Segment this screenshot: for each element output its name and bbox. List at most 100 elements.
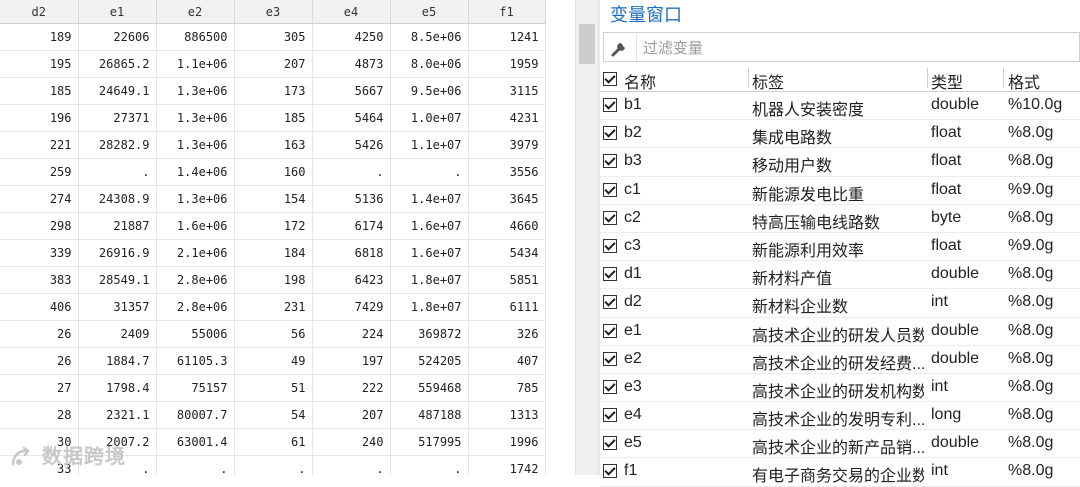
column-header-e1[interactable]: e1: [78, 0, 157, 24]
variable-checkbox[interactable]: [603, 182, 617, 197]
table-cell[interactable]: 5464: [312, 104, 391, 132]
table-cell[interactable]: 224: [312, 320, 391, 348]
table-cell[interactable]: 8.0e+06: [390, 50, 469, 78]
table-cell[interactable]: .: [312, 158, 391, 186]
variable-checkbox[interactable]: [603, 464, 617, 479]
table-row[interactable]: 28 2321.1 80007.7 54 207 487188 1313: [0, 401, 546, 429]
variable-checkbox[interactable]: [603, 408, 617, 423]
table-cell[interactable]: 1.6e+07: [390, 239, 469, 267]
table-cell[interactable]: 24308.9: [78, 185, 157, 213]
variable-row[interactable]: d1 新材料产值 double %8.0g: [600, 261, 1080, 290]
table-cell[interactable]: 75157: [156, 374, 235, 402]
table-cell[interactable]: 56: [234, 320, 313, 348]
column-separator[interactable]: [1003, 68, 1004, 88]
column-separator[interactable]: [927, 68, 928, 88]
column-header-d2[interactable]: d2: [0, 0, 79, 24]
table-cell[interactable]: 2.8e+06: [156, 266, 235, 294]
table-cell[interactable]: 1996: [468, 428, 546, 456]
table-cell[interactable]: 274: [0, 185, 79, 213]
column-header-e3[interactable]: e3: [234, 0, 313, 24]
table-cell[interactable]: .: [390, 158, 469, 186]
table-cell[interactable]: 1313: [468, 401, 546, 429]
variable-checkbox[interactable]: [603, 154, 617, 169]
variable-checkbox[interactable]: [603, 210, 617, 225]
table-cell[interactable]: 221: [0, 131, 79, 159]
table-cell[interactable]: 31357: [78, 293, 157, 321]
variable-checkbox[interactable]: [603, 267, 617, 282]
table-cell[interactable]: 6174: [312, 212, 391, 240]
table-cell[interactable]: 189: [0, 23, 79, 51]
variable-row[interactable]: e2 高技术企业的研发经费... double %8.0g: [600, 346, 1080, 374]
table-row[interactable]: 196 27371 1.3e+06 185 5464 1.0e+07 4231: [0, 104, 546, 132]
table-cell[interactable]: 185: [234, 104, 313, 132]
table-cell[interactable]: 1.4e+07: [390, 185, 469, 213]
table-cell[interactable]: 1.8e+07: [390, 293, 469, 321]
table-cell[interactable]: 197: [312, 347, 391, 375]
table-cell[interactable]: 1.3e+06: [156, 131, 235, 159]
table-cell[interactable]: 4250: [312, 23, 391, 51]
table-cell[interactable]: 49: [234, 347, 313, 375]
table-cell[interactable]: 4660: [468, 212, 546, 240]
variable-row[interactable]: c3 新能源利用效率 float %9.0g: [600, 233, 1080, 262]
data-grid[interactable]: d2 e1 e2 e3 e4 e5 f1 189 22606 886500 305 4250 8.5e…: [0, 0, 575, 475]
table-cell[interactable]: 24649.1: [78, 77, 157, 105]
table-cell[interactable]: 2409: [78, 320, 157, 348]
table-cell[interactable]: 207: [312, 401, 391, 429]
table-cell[interactable]: 27371: [78, 104, 157, 132]
table-cell[interactable]: 326: [468, 320, 546, 348]
table-cell[interactable]: 26916.9: [78, 239, 157, 267]
table-cell[interactable]: 1241: [468, 23, 546, 51]
table-cell[interactable]: 207: [234, 50, 313, 78]
table-cell[interactable]: 196: [0, 104, 79, 132]
table-cell[interactable]: 1.0e+07: [390, 104, 469, 132]
table-cell[interactable]: 55006: [156, 320, 235, 348]
table-row[interactable]: 185 24649.1 1.3e+06 173 5667 9.5e+06 3115: [0, 77, 546, 105]
table-cell[interactable]: 1798.4: [78, 374, 157, 402]
table-cell[interactable]: 524205: [390, 347, 469, 375]
variable-checkbox[interactable]: [603, 238, 617, 253]
variable-row[interactable]: b2 集成电路数 float %8.0g: [600, 120, 1080, 149]
table-cell[interactable]: .: [234, 455, 313, 475]
table-cell[interactable]: 4873: [312, 50, 391, 78]
table-cell[interactable]: 26: [0, 347, 79, 375]
variable-row[interactable]: d2 新材料企业数 int %8.0g: [600, 289, 1080, 318]
table-cell[interactable]: 54: [234, 401, 313, 429]
table-cell[interactable]: 1.1e+07: [390, 131, 469, 159]
table-cell[interactable]: 160: [234, 158, 313, 186]
scrollbar-thumb[interactable]: [579, 24, 595, 64]
table-cell[interactable]: .: [390, 455, 469, 475]
header-label[interactable]: 标签: [752, 69, 924, 93]
column-header-e5[interactable]: e5: [390, 0, 469, 24]
variable-checkbox[interactable]: [603, 379, 617, 394]
column-header-f1[interactable]: f1: [468, 0, 546, 24]
column-header-e4[interactable]: e4: [312, 0, 391, 24]
table-cell[interactable]: 5667: [312, 77, 391, 105]
variable-row[interactable]: b1 机器人安装密度 double %10.0g: [600, 92, 1080, 121]
variable-row[interactable]: c1 新能源发电比重 float %9.0g: [600, 177, 1080, 205]
variable-checkbox[interactable]: [603, 351, 617, 366]
table-cell[interactable]: 259: [0, 158, 79, 186]
table-row[interactable]: 189 22606 886500 305 4250 8.5e+06 1241: [0, 23, 546, 51]
table-cell[interactable]: 487188: [390, 401, 469, 429]
grid-vertical-scrollbar[interactable]: [575, 0, 598, 475]
table-cell[interactable]: 61105.3: [156, 347, 235, 375]
table-cell[interactable]: 163: [234, 131, 313, 159]
table-row[interactable]: 406 31357 2.8e+06 231 7429 1.8e+07 6111: [0, 293, 546, 321]
table-row[interactable]: 26 1884.7 61105.3 49 197 524205 407: [0, 347, 546, 375]
variable-row[interactable]: e4 高技术企业的发明专利... long %8.0g: [600, 402, 1080, 431]
table-cell[interactable]: 2.1e+06: [156, 239, 235, 267]
variable-row[interactable]: e5 高技术企业的新产品销... double %8.0g: [600, 430, 1080, 459]
table-cell[interactable]: 6111: [468, 293, 546, 321]
table-cell[interactable]: 5851: [468, 266, 546, 294]
table-cell[interactable]: 28549.1: [78, 266, 157, 294]
table-cell[interactable]: 1.8e+07: [390, 266, 469, 294]
table-cell[interactable]: 154: [234, 185, 313, 213]
table-cell[interactable]: 3979: [468, 131, 546, 159]
table-cell[interactable]: 1.1e+06: [156, 50, 235, 78]
table-cell[interactable]: 240: [312, 428, 391, 456]
table-cell[interactable]: 173: [234, 77, 313, 105]
table-cell[interactable]: 198: [234, 266, 313, 294]
table-cell[interactable]: 3115: [468, 77, 546, 105]
table-cell[interactable]: 51: [234, 374, 313, 402]
table-cell[interactable]: .: [78, 158, 157, 186]
